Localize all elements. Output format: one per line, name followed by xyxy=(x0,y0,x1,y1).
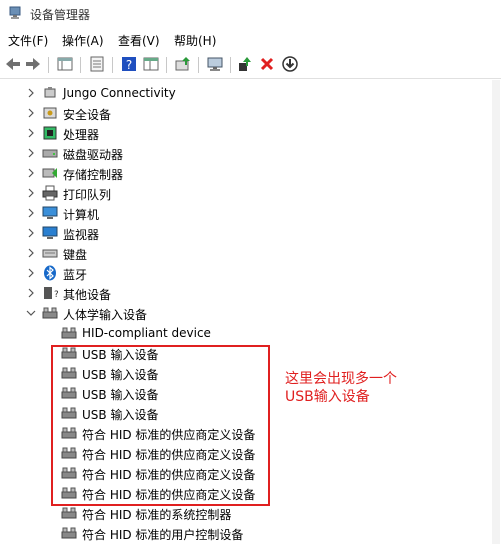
chevron-right-icon[interactable] xyxy=(26,187,36,199)
tree-item-security[interactable]: 安全设备 xyxy=(0,103,480,123)
tree-child-item[interactable]: 符合 HID 标准的用户控制设备 xyxy=(0,523,480,543)
tree-child-item[interactable]: 符合 HID 标准的系统控制器 xyxy=(0,503,480,523)
menu-action[interactable]: 操作(A) xyxy=(62,32,104,49)
device-manager-icon xyxy=(9,6,21,19)
keyboard-icon xyxy=(42,249,58,258)
unknown-device-icon: ? xyxy=(44,287,58,300)
vertical-scrollbar[interactable] xyxy=(491,80,501,544)
printer-icon xyxy=(42,185,58,201)
storage-controller-icon xyxy=(42,168,57,178)
tree-item-hid[interactable]: 人体学输入设备 xyxy=(0,303,480,323)
delete-x-icon[interactable] xyxy=(258,55,276,73)
tree-item-label: 其他设备 xyxy=(63,288,112,302)
tree-item-bluetooth[interactable]: 蓝牙 xyxy=(0,263,480,283)
menu-file[interactable]: 文件(F) xyxy=(8,32,48,49)
back-arrow-icon[interactable] xyxy=(4,55,22,73)
tree-item-label: 人体学输入设备 xyxy=(63,308,148,322)
annotation-line-2: USB输入设备 xyxy=(285,389,370,405)
processor-icon xyxy=(43,126,57,140)
tree-item-other-devices[interactable]: ? 其他设备 xyxy=(0,283,480,303)
scan-hardware-icon[interactable] xyxy=(206,55,224,73)
tree-item-label: 打印队列 xyxy=(63,188,112,202)
hid-device-icon xyxy=(42,307,58,319)
tree-item-label: Jungo Connectivity xyxy=(63,86,176,100)
show-tree-icon[interactable] xyxy=(56,55,74,73)
properties-icon[interactable] xyxy=(88,55,106,73)
title-bar: 设备管理器 xyxy=(0,0,501,28)
chevron-right-icon[interactable] xyxy=(26,167,36,179)
window-title: 设备管理器 xyxy=(30,8,91,22)
annotation-line-1: 这里会出现多一个 xyxy=(285,371,397,387)
tree-item-label: 监视器 xyxy=(63,228,100,242)
toolbar: ? xyxy=(0,52,501,79)
hid-device-icon xyxy=(61,327,77,339)
security-device-icon xyxy=(43,107,57,119)
chevron-right-icon[interactable] xyxy=(26,207,36,219)
monitor-icon xyxy=(42,226,58,239)
forward-arrow-icon[interactable] xyxy=(24,55,42,73)
toolbar-divider xyxy=(48,57,49,73)
update-driver-icon[interactable] xyxy=(174,55,192,73)
chevron-right-icon[interactable] xyxy=(26,147,36,159)
download-icon[interactable] xyxy=(281,55,299,73)
menu-help[interactable]: 帮助(H) xyxy=(174,32,216,49)
toolbar-divider xyxy=(198,57,199,73)
tree-item-monitors[interactable]: 监视器 xyxy=(0,223,480,243)
tree-item-print-queues[interactable]: 打印队列 xyxy=(0,183,480,203)
tree-item-label: 计算机 xyxy=(63,208,100,222)
tree-item-label: 安全设备 xyxy=(63,108,112,122)
tree-child-item[interactable]: HID-compliant device xyxy=(0,323,480,343)
tree-item-jungo[interactable]: Jungo Connectivity xyxy=(0,83,480,103)
toolbar-divider xyxy=(166,57,167,73)
tree-item-keyboards[interactable]: 键盘 xyxy=(0,243,480,263)
tree-item-storage-controllers[interactable]: 存储控制器 xyxy=(0,163,480,183)
chevron-right-icon[interactable] xyxy=(26,87,36,99)
tree-item-label: 存储控制器 xyxy=(63,168,124,182)
usb-device-icon xyxy=(44,87,56,98)
tree-item-computer[interactable]: 计算机 xyxy=(0,203,480,223)
tree-item-processor[interactable]: 处理器 xyxy=(0,123,480,143)
help-icon[interactable]: ? xyxy=(120,55,138,73)
annotation-highlight-box xyxy=(51,345,270,506)
tree-item-label: 磁盘驱动器 xyxy=(63,148,124,162)
svg-text:?: ? xyxy=(126,58,132,72)
menu-view[interactable]: 查看(V) xyxy=(118,32,160,49)
toolbar-divider xyxy=(112,57,113,73)
chevron-right-icon[interactable] xyxy=(26,247,36,259)
toolbar-divider xyxy=(80,57,81,73)
chevron-right-icon[interactable] xyxy=(26,107,36,119)
annotation-note: 这里会出现多一个 USB输入设备 xyxy=(285,370,397,406)
hid-device-icon xyxy=(61,507,77,519)
svg-text:?: ? xyxy=(54,290,58,300)
disk-drive-icon xyxy=(42,149,58,158)
chevron-right-icon[interactable] xyxy=(26,287,36,299)
tree-child-label: 符合 HID 标准的用户控制设备 xyxy=(82,528,244,542)
computer-icon xyxy=(42,206,58,219)
scrollbar-thumb[interactable] xyxy=(492,80,500,544)
chevron-right-icon[interactable] xyxy=(26,267,36,279)
tree-child-label: 符合 HID 标准的系统控制器 xyxy=(82,508,232,522)
tree-child-label: HID-compliant device xyxy=(82,326,211,340)
view-icon[interactable] xyxy=(142,55,160,73)
bluetooth-icon xyxy=(44,265,56,281)
menu-bar: 文件(F) 操作(A) 查看(V) 帮助(H) xyxy=(0,30,501,50)
chevron-right-icon[interactable] xyxy=(26,127,36,139)
toolbar-divider xyxy=(230,57,231,73)
enable-device-icon[interactable] xyxy=(236,55,254,73)
chevron-down-icon[interactable] xyxy=(26,307,36,319)
tree-item-label: 处理器 xyxy=(63,128,100,142)
tree-item-label: 键盘 xyxy=(63,248,88,262)
chevron-right-icon[interactable] xyxy=(26,227,36,239)
hid-device-icon xyxy=(61,527,77,539)
tree-item-label: 蓝牙 xyxy=(63,268,88,282)
tree-item-disk-drives[interactable]: 磁盘驱动器 xyxy=(0,143,480,163)
